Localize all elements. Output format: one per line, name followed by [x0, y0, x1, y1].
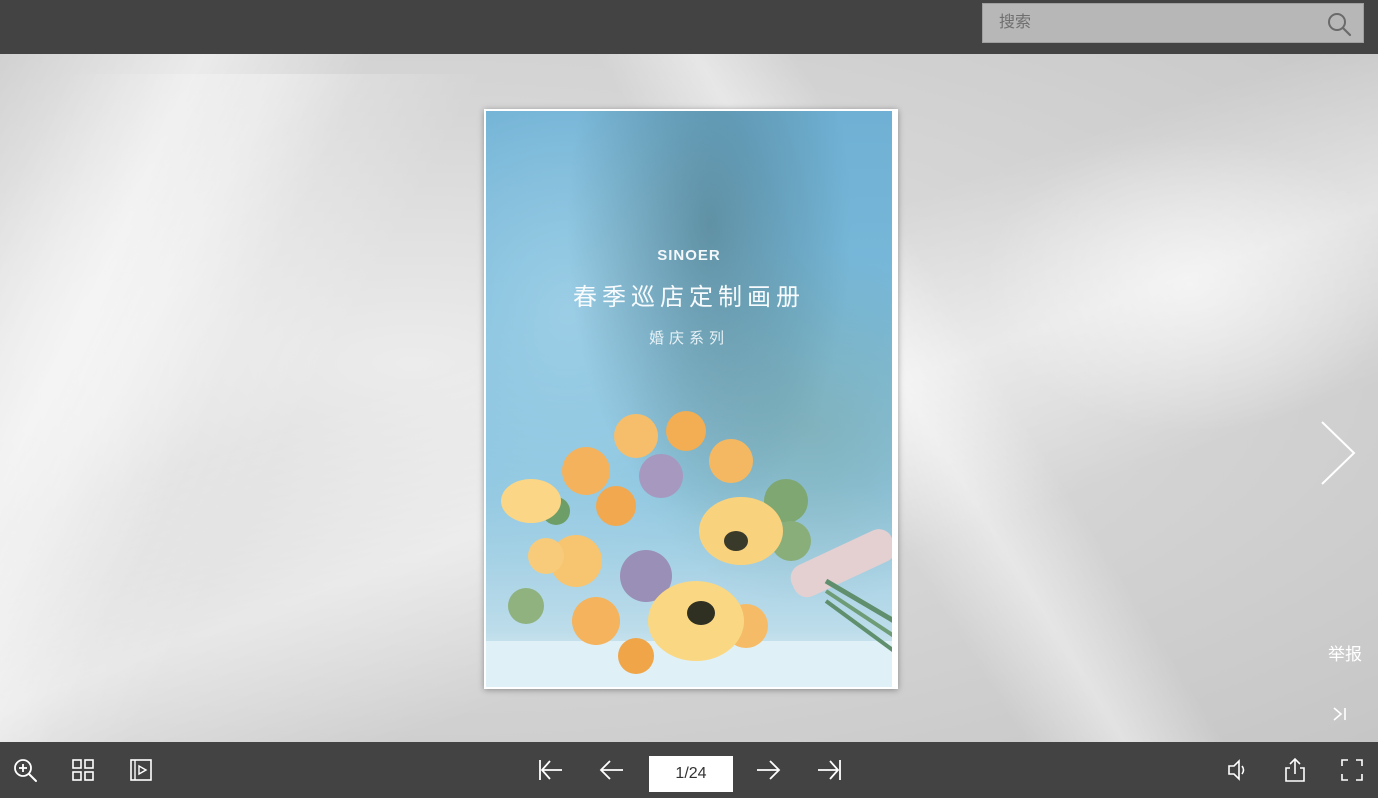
thumbnails-grid-icon[interactable] — [69, 756, 97, 784]
skip-to-end-icon[interactable] — [1330, 704, 1350, 724]
cover-title: 春季巡店定制画册 — [573, 283, 805, 311]
autoplay-icon[interactable] — [127, 756, 155, 784]
next-page-icon[interactable] — [754, 756, 782, 784]
page-indicator[interactable]: 1/24 — [649, 756, 733, 792]
report-link[interactable]: 举报 — [1328, 640, 1362, 665]
search-icon[interactable] — [1325, 10, 1353, 38]
background-light-streak — [0, 74, 487, 742]
bouquet-illustration — [486, 411, 892, 687]
fullscreen-icon[interactable] — [1338, 756, 1366, 784]
first-page-icon[interactable] — [536, 756, 564, 784]
search-input[interactable] — [983, 4, 1313, 42]
cover-image: SINOER 春季巡店定制画册 婚庆系列 — [486, 111, 892, 687]
top-bar — [0, 0, 1378, 54]
zoom-in-icon[interactable] — [11, 756, 39, 784]
bottom-toolbar: 1/24 — [0, 742, 1378, 798]
book-stage: SINOER 春季巡店定制画册 婚庆系列 举报 — [0, 54, 1378, 742]
last-page-icon[interactable] — [816, 756, 844, 784]
share-icon[interactable] — [1281, 756, 1309, 784]
book-cover-page[interactable]: SINOER 春季巡店定制画册 婚庆系列 — [484, 109, 898, 689]
search-box — [982, 3, 1364, 43]
chevron-right-icon[interactable] — [1316, 418, 1360, 488]
background-light-glow — [980, 134, 1378, 434]
cover-brand: SINOER — [657, 247, 721, 264]
previous-page-icon[interactable] — [598, 756, 626, 784]
cover-subtitle: 婚庆系列 — [648, 329, 729, 347]
sound-icon[interactable] — [1224, 756, 1252, 784]
